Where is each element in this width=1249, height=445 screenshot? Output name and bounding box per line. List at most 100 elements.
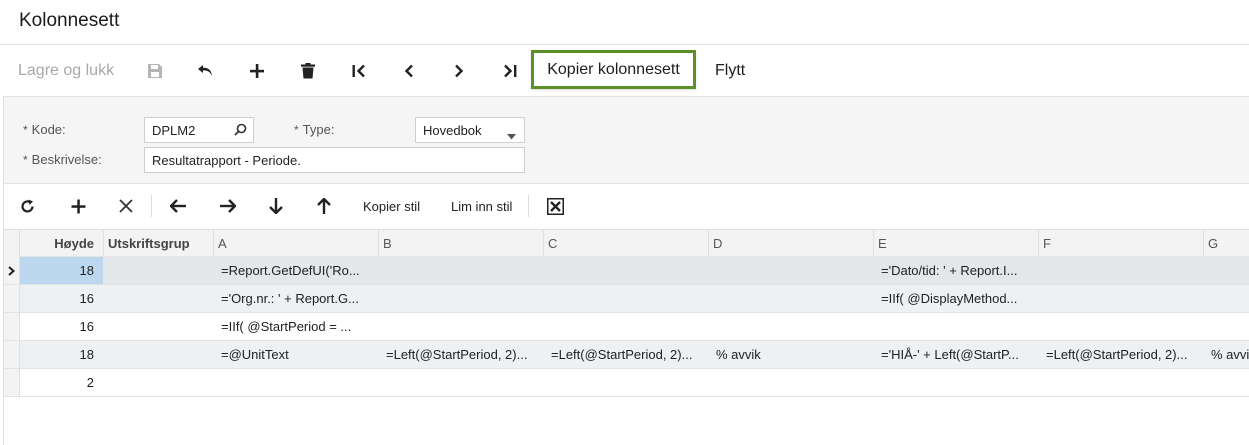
arrow-left-icon[interactable] [166,184,190,228]
save-close-button[interactable]: Lagre og lukk [18,45,114,96]
header-col-d[interactable]: D [708,230,873,257]
excel-icon[interactable] [544,184,566,228]
type-select[interactable]: Hovedbok [415,117,525,143]
cell-f[interactable] [1038,313,1203,340]
cell-g[interactable]: % avvi [1203,341,1249,368]
cell-e[interactable]: ='Dato/tid: ' + Report.I... [873,257,1038,284]
cell-b[interactable] [378,285,543,312]
main-toolbar: Lagre og lukk Kopier kolonnesett Flytt [0,44,1249,96]
cell-a[interactable]: =IIf( @StartPeriod = ... [213,313,378,340]
header-col-g[interactable]: G [1203,230,1249,257]
cell-f[interactable] [1038,369,1203,396]
first-icon[interactable] [346,45,372,96]
code-field[interactable]: DPLM2 [144,117,254,143]
cell-e[interactable]: =IIf( @DisplayMethod... [873,285,1038,312]
row-selector[interactable] [4,257,20,284]
cell-e[interactable] [873,369,1038,396]
header-col-a[interactable]: A [213,230,378,257]
cell-hoyde[interactable]: 16 [20,285,103,312]
cell-d[interactable] [708,285,873,312]
table-row[interactable]: 2 [4,369,1249,397]
row-selector[interactable] [4,313,20,340]
cell-a[interactable] [213,369,378,396]
cell-f[interactable] [1038,257,1203,284]
last-icon[interactable] [497,45,523,96]
separator [528,195,529,217]
header-col-f[interactable]: F [1038,230,1203,257]
undo-icon[interactable] [193,45,219,96]
cell-e[interactable]: ='HIÅ-' + Left(@StartP... [873,341,1038,368]
copy-columnset-button[interactable]: Kopier kolonnesett [531,50,696,89]
table-row[interactable]: 16 ='Org.nr.: ' + Report.G... =IIf( @Dis… [4,285,1249,313]
cell-utskriftsgrup[interactable] [103,313,213,340]
row-selector[interactable] [4,285,20,312]
search-icon[interactable] [234,123,247,139]
arrow-right-icon[interactable] [216,184,240,228]
cell-g[interactable] [1203,285,1249,312]
delete-icon[interactable] [295,45,321,96]
cell-g[interactable] [1203,257,1249,284]
arrow-down-icon[interactable] [264,184,288,228]
cell-c[interactable] [543,369,708,396]
header-utskriftsgrup[interactable]: Utskriftsgrup [103,230,213,257]
cell-g[interactable] [1203,313,1249,340]
cell-c[interactable] [543,285,708,312]
code-value: DPLM2 [152,122,196,138]
add-row-icon[interactable] [66,184,90,228]
cell-d[interactable] [708,257,873,284]
table-row[interactable]: 16 =IIf( @StartPeriod = ... [4,313,1249,341]
refresh-icon[interactable] [15,184,39,228]
header-hoyde[interactable]: Høyde [20,230,103,257]
cell-f[interactable] [1038,285,1203,312]
table-row[interactable]: 18 =@UnitText =Left(@StartPeriod, 2)... … [4,341,1249,369]
description-field[interactable]: Resultatrapport - Periode. [144,147,525,173]
copy-style-button[interactable]: Kopier stil [363,184,420,228]
move-button[interactable]: Flytt [715,45,745,96]
arrow-up-icon[interactable] [312,184,336,228]
row-selector[interactable] [4,341,20,368]
type-label-text: Type: [302,122,335,137]
cell-hoyde[interactable]: 18 [20,341,103,368]
header-col-b[interactable]: B [378,230,543,257]
cell-a[interactable]: =Report.GetDefUI('Ro... [213,257,378,284]
table-row[interactable]: 18 =Report.GetDefUI('Ro... ='Dato/tid: '… [4,257,1249,285]
header-form: * Kode: DPLM2 * Type: Hovedbok * Beskrivels… [4,96,1249,183]
previous-icon[interactable] [396,45,422,96]
cell-hoyde[interactable]: 2 [20,369,103,396]
cell-utskriftsgrup[interactable] [103,285,213,312]
type-value: Hovedbok [423,122,482,138]
separator [151,195,152,217]
cell-a[interactable]: =@UnitText [213,341,378,368]
cell-utskriftsgrup[interactable] [103,369,213,396]
header-col-c[interactable]: C [543,230,708,257]
cell-e[interactable] [873,313,1038,340]
cell-c[interactable] [543,313,708,340]
cell-b[interactable] [378,313,543,340]
paste-style-button[interactable]: Lim inn stil [451,184,512,228]
cell-b[interactable] [378,369,543,396]
cell-d[interactable] [708,369,873,396]
cell-c[interactable]: =Left(@StartPeriod, 2)... [543,341,708,368]
cell-d[interactable] [708,313,873,340]
cell-b[interactable] [378,257,543,284]
cell-hoyde[interactable]: 16 [20,313,103,340]
header-col-e[interactable]: E [873,230,1038,257]
cell-b[interactable]: =Left(@StartPeriod, 2)... [378,341,543,368]
save-icon[interactable] [142,45,168,96]
cell-c[interactable] [543,257,708,284]
cell-f[interactable]: =Left(@StartPeriod, 2)... [1038,341,1203,368]
code-label: * Kode: [23,122,66,137]
grid-toolbar: Kopier stil Lim inn stil [4,183,1249,229]
chevron-down-icon[interactable] [507,128,516,143]
row-selector[interactable] [4,369,20,396]
cell-utskriftsgrup[interactable] [103,341,213,368]
next-icon[interactable] [446,45,472,96]
description-label-text: Beskrivelse: [31,152,102,167]
add-icon[interactable] [244,45,270,96]
cell-g[interactable] [1203,369,1249,396]
delete-row-icon[interactable] [114,184,138,228]
cell-a[interactable]: ='Org.nr.: ' + Report.G... [213,285,378,312]
cell-d[interactable]: % avvik [708,341,873,368]
cell-hoyde[interactable]: 18 [20,257,103,284]
cell-utskriftsgrup[interactable] [103,257,213,284]
